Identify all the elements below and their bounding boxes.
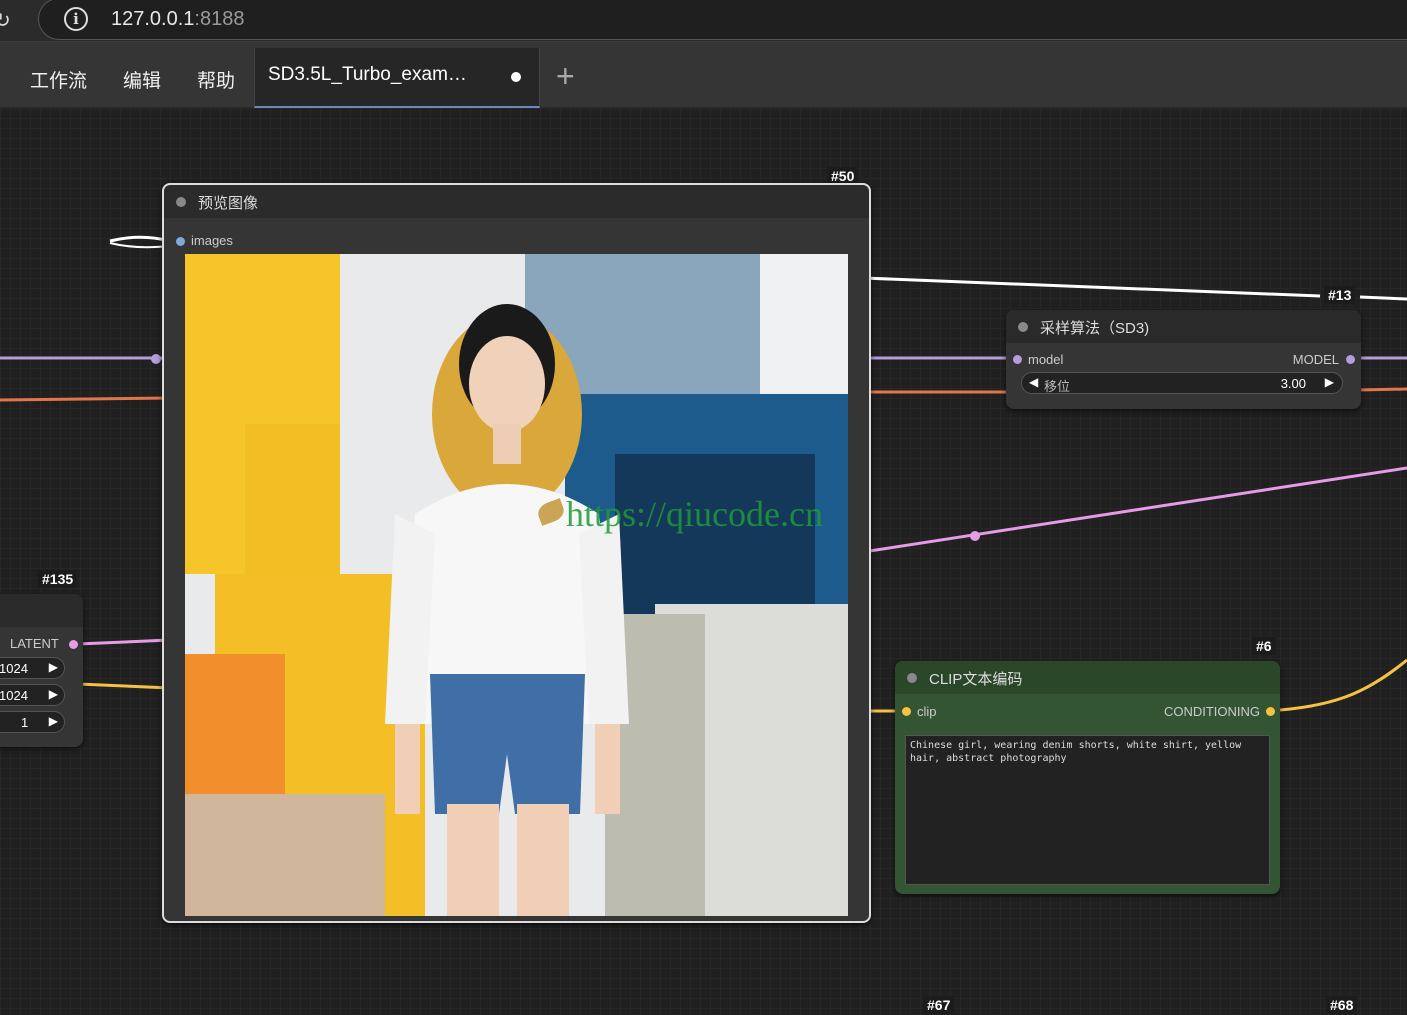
generated-image <box>185 254 848 916</box>
node-id-67: #67 <box>923 996 955 1014</box>
collapse-dot-icon[interactable] <box>1018 322 1028 332</box>
node-title: 预览图像 <box>198 195 259 212</box>
increment-arrow-icon[interactable]: ▶ <box>49 687 58 701</box>
node-title-bar[interactable]: CLIP文本编码 <box>895 661 1280 694</box>
clip-input-slot[interactable] <box>902 707 911 716</box>
collapse-dot-icon[interactable] <box>176 197 186 207</box>
conditioning-output-label: CONDITIONING <box>1163 704 1260 719</box>
clip-text-encode-node[interactable]: CLIP文本编码 clip CONDITIONING Chinese girl,… <box>895 661 1280 894</box>
collapse-dot-icon[interactable] <box>907 673 917 683</box>
model-output-label: MODEL <box>1292 352 1339 367</box>
clip-input-label: clip <box>917 704 937 719</box>
node-title-bar[interactable] <box>0 594 83 627</box>
shift-widget[interactable]: ◀ 移位 3.00 ▶ <box>1021 372 1343 394</box>
increment-arrow-icon[interactable]: ▶ <box>49 660 58 674</box>
images-input-label: images <box>191 233 233 248</box>
latent-output-label: LATENT <box>10 636 59 651</box>
preview-image-node[interactable]: 预览图像 images <box>162 183 871 923</box>
link-clip-left <box>77 682 171 690</box>
images-input-slot[interactable] <box>176 237 185 246</box>
link-reroute-dot <box>151 354 161 364</box>
height-value[interactable]: 1024 <box>0 688 28 703</box>
link-latent-reroute <box>970 531 980 541</box>
generated-image-art <box>185 254 848 916</box>
node-title: CLIP文本编码 <box>929 671 1023 688</box>
increment-arrow-icon[interactable]: ▶ <box>1325 375 1334 389</box>
watermark-text: https://qiucode.cn <box>566 494 823 534</box>
sampling-sd3-node[interactable]: 采样算法（SD3) model MODEL ◀ 移位 3.00 ▶ <box>1006 310 1361 409</box>
batch-widget[interactable]: 1 ▶ <box>0 711 65 733</box>
batch-value[interactable]: 1 <box>21 715 28 730</box>
node-title: 采样算法（SD3) <box>1040 320 1150 337</box>
link-white-in-2 <box>109 242 171 249</box>
link-white-in <box>109 235 171 243</box>
height-widget[interactable]: 1024 ▶ <box>0 684 65 706</box>
node-id-clip: #6 <box>1252 637 1276 655</box>
link-conditioning <box>1279 658 1407 712</box>
width-widget[interactable]: 1024 ▶ <box>0 657 65 679</box>
model-output-slot[interactable] <box>1346 355 1355 364</box>
node-title-bar[interactable]: 预览图像 <box>164 185 869 218</box>
node-id-sampling: #13 <box>1324 286 1356 304</box>
conditioning-output-slot[interactable] <box>1266 707 1275 716</box>
node-id-latent: #135 <box>38 570 78 588</box>
shift-label: 移位 <box>1044 379 1071 394</box>
node-id-68: #68 <box>1326 996 1358 1014</box>
shift-value[interactable]: 3.00 <box>1281 376 1306 391</box>
empty-latent-node[interactable]: LATENT 1024 ▶ 1024 ▶ 1 ▶ <box>0 594 83 747</box>
prompt-textarea[interactable]: Chinese girl, wearing denim shorts, whit… <box>905 735 1270 885</box>
link-latent-left <box>77 638 171 646</box>
link-orange-left <box>0 396 171 402</box>
model-input-label: model <box>1028 352 1064 367</box>
width-value[interactable]: 1024 <box>0 661 28 676</box>
decrement-arrow-icon[interactable]: ◀ <box>1029 375 1038 389</box>
model-input-slot[interactable] <box>1013 355 1022 364</box>
node-title-bar[interactable]: 采样算法（SD3) <box>1006 310 1361 343</box>
latent-output-slot[interactable] <box>69 640 78 649</box>
link-latent <box>862 466 1407 554</box>
increment-arrow-icon[interactable]: ▶ <box>49 714 58 728</box>
